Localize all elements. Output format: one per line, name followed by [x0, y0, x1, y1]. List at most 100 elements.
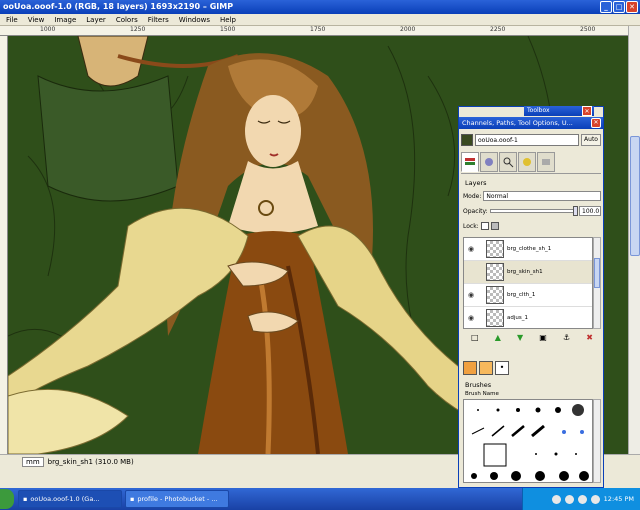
layer-name: brg_skin_sh1 [507, 269, 543, 275]
menu-filters[interactable]: Filters [148, 16, 169, 24]
layer-row[interactable]: ◉ brg_clothe_sh_1 [464, 238, 592, 261]
image-thumbnail [461, 134, 473, 146]
taskbar-item-gimp[interactable]: ▪ ooUoa.ooof-1.0 (Ga... [18, 490, 122, 508]
task-label: ooUoa.ooof-1.0 (Ga... [30, 495, 100, 503]
layers-scrollbar[interactable] [593, 237, 601, 329]
vertical-ruler [0, 36, 8, 454]
layer-thumbnail [486, 263, 504, 281]
background-color-swatch[interactable] [479, 361, 493, 375]
opacity-slider-handle[interactable] [573, 206, 578, 216]
tab-paths[interactable] [499, 152, 517, 172]
raise-layer-icon[interactable]: ▲ [495, 333, 501, 342]
foreground-color-swatch[interactable] [463, 361, 477, 375]
image-select-dropdown[interactable]: ooUoa.ooof-1 [475, 134, 579, 146]
layer-name: adjus_1 [507, 315, 528, 321]
maximize-button[interactable]: □ [613, 1, 625, 13]
opacity-row: Opacity: 100.0 [463, 206, 601, 216]
anchor-layer-icon[interactable]: ⚓ [563, 333, 570, 342]
menu-help[interactable]: Help [220, 16, 236, 24]
new-layer-icon[interactable]: □ [471, 333, 479, 342]
layers-dock-window: Channels, Paths, Tool Options, U... ✕ oo… [458, 106, 604, 488]
opacity-label: Opacity: [463, 207, 488, 215]
layer-name: brg_clth_1 [507, 292, 536, 298]
menu-image[interactable]: Image [54, 16, 76, 24]
menu-layer[interactable]: Layer [86, 16, 106, 24]
eye-icon[interactable]: ◉ [464, 314, 478, 322]
tray-icon[interactable] [577, 494, 587, 504]
windows-taskbar: ▪ ooUoa.ooof-1.0 (Ga... ▪ profile - Phot… [0, 488, 640, 510]
unit-selector[interactable]: mm [22, 456, 44, 467]
brushes-scrollbar[interactable] [593, 399, 601, 483]
mode-row: Mode: Normal [463, 191, 601, 201]
layer-row[interactable]: ◉ adjus_1 [464, 307, 592, 328]
brush-thumbnails [471, 404, 589, 481]
gimp-icon: ▪ [23, 495, 28, 503]
clock[interactable]: 12:45 PM [604, 495, 634, 503]
ruler-label: 1500 [220, 26, 236, 33]
gimp-title-bar[interactable]: ooUoa.ooof-1.0 (RGB, 18 layers) 1693x219… [0, 0, 640, 14]
lock-label: Lock: [463, 222, 479, 230]
eye-icon[interactable]: ◉ [464, 291, 478, 299]
tab-layers[interactable] [461, 152, 479, 172]
tray-icon[interactable] [564, 494, 574, 504]
ruler-label: 2500 [580, 26, 596, 33]
opacity-input[interactable]: 100.0 [579, 206, 601, 216]
lock-alpha-checkbox[interactable] [490, 222, 499, 230]
horizontal-ruler: 1000 1250 1500 1750 2000 2250 2500 [0, 26, 628, 36]
brush-preview-icon[interactable]: • [495, 361, 509, 375]
layer-name: brg_clothe_sh_1 [507, 246, 552, 252]
tray-icon[interactable] [551, 494, 561, 504]
layers-heading: Layers [465, 179, 487, 187]
status-layer-info: brg_skin_sh1 (310.0 MB) [47, 457, 134, 466]
minimize-button[interactable]: _ [600, 1, 612, 13]
menu-bar: File View Image Layer Colors Filters Win… [0, 14, 640, 26]
duplicate-layer-icon[interactable]: ▣ [539, 333, 547, 342]
desktop-screen: ooUoa.ooof-1.0 (RGB, 18 layers) 1693x219… [0, 0, 640, 510]
mode-select[interactable]: Normal [483, 191, 601, 201]
tab-tool-options[interactable] [518, 152, 536, 172]
opacity-slider[interactable] [489, 206, 578, 216]
tray-icon[interactable] [590, 494, 600, 504]
tool-options-icon [523, 158, 531, 166]
layer-thumbnail [486, 309, 504, 327]
browser-icon: ▪ [130, 495, 135, 503]
window-title: ooUoa.ooof-1.0 (RGB, 18 layers) 1693x219… [3, 2, 234, 11]
lock-row: Lock: [463, 221, 601, 231]
toolbox-close-button[interactable]: ✕ [582, 106, 592, 116]
layer-thumbnail [486, 240, 504, 258]
ruler-label: 1750 [310, 26, 326, 33]
dock-title-bar[interactable]: Channels, Paths, Tool Options, U... [459, 117, 603, 129]
canvas-vertical-scrollbar[interactable] [628, 26, 640, 454]
menu-windows[interactable]: Windows [179, 16, 210, 24]
close-button[interactable]: ✕ [626, 1, 638, 13]
window-controls: _ □ ✕ [600, 1, 638, 13]
system-tray: 12:45 PM [522, 488, 640, 510]
eye-icon[interactable]: ◉ [464, 245, 478, 253]
tab-undo[interactable] [537, 152, 555, 172]
delete-layer-icon[interactable]: ✖ [586, 333, 593, 342]
lock-pixels-checkbox[interactable] [480, 222, 489, 230]
taskbar-item-browser[interactable]: ▪ profile - Photobucket - ... [125, 490, 229, 508]
lower-layer-icon[interactable]: ▼ [517, 333, 523, 342]
dock-close-button[interactable]: ✕ [591, 118, 601, 128]
dock-tab-row [461, 152, 601, 174]
layers-scrollbar-thumb[interactable] [594, 258, 600, 288]
layer-tools-row: □ ▲ ▼ ▣ ⚓ ✖ [463, 331, 601, 343]
menu-file[interactable]: File [6, 16, 18, 24]
layer-row-selected[interactable]: brg_skin_sh1 [464, 261, 592, 284]
brushes-grid[interactable] [463, 399, 593, 483]
layers-list: ◉ brg_clothe_sh_1 brg_skin_sh1 ◉ brg_clt… [463, 237, 593, 329]
layers-icon [465, 158, 475, 165]
scrollbar-thumb[interactable] [630, 136, 640, 256]
menu-colors[interactable]: Colors [116, 16, 138, 24]
layer-thumbnail [486, 286, 504, 304]
start-button[interactable] [0, 489, 14, 509]
task-label: profile - Photobucket - ... [137, 495, 218, 503]
ruler-label: 1000 [40, 26, 56, 33]
brush-name-label: Brush Name [465, 391, 499, 397]
menu-view[interactable]: View [28, 16, 45, 24]
tab-channels[interactable] [480, 152, 498, 172]
layer-row[interactable]: ◉ brg_clth_1 [464, 284, 592, 307]
auto-button[interactable]: Auto [581, 134, 601, 146]
paths-icon [503, 157, 514, 168]
